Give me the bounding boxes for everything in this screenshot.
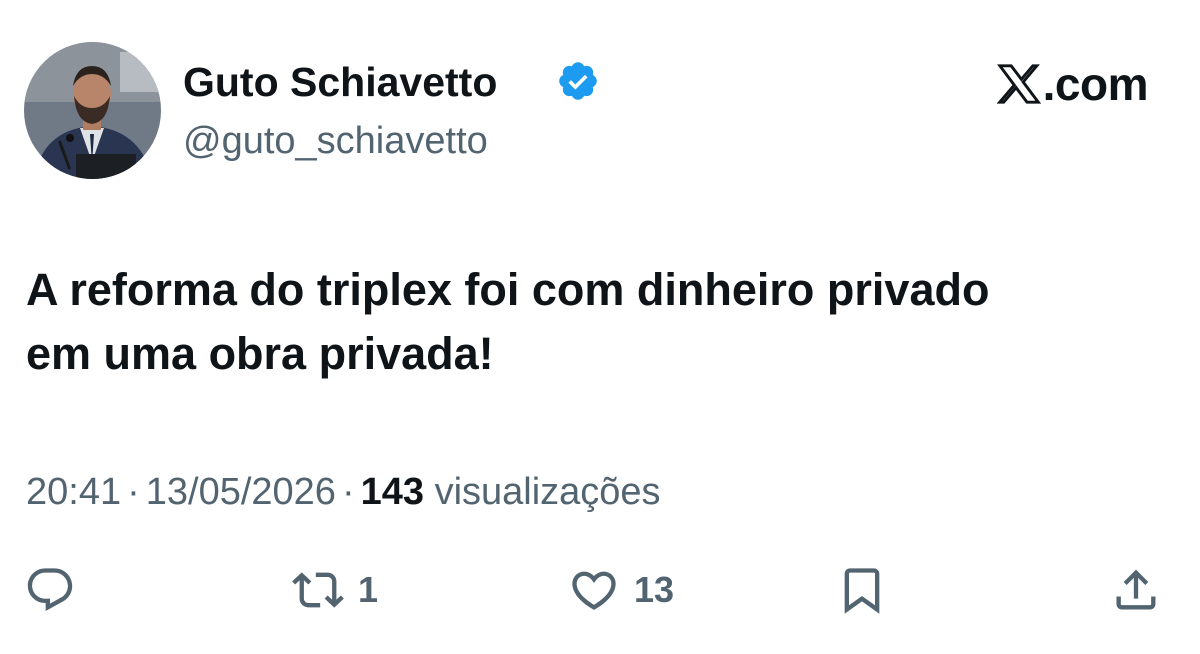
reply-button[interactable] [24,560,76,620]
tweet-meta: 20:41 · 13/05/2026 · 143 visualizações [26,466,661,518]
tweet-text: A reforma do triplex foi com dinheiro pr… [26,258,1176,386]
tweet-date[interactable]: 13/05/2026 [146,471,336,513]
bookmark-button[interactable] [836,560,888,620]
tweet-text-line-1: A reforma do triplex foi com dinheiro pr… [26,264,990,315]
retweet-icon [292,572,344,608]
tweet-actions: 1 13 [0,560,1200,620]
views-label: visualizações [434,471,661,513]
source-branding: .com [996,56,1149,112]
avatar[interactable] [24,42,161,179]
reply-icon [27,568,73,612]
tweet-text-line-2: em uma obra privada! [26,328,494,379]
share-icon [1116,569,1156,610]
x-logo-icon [996,64,1041,104]
author-handle[interactable]: @guto_schiavetto [183,117,488,165]
verified-badge-icon [559,62,597,100]
author-display-name[interactable]: Guto Schiavetto [183,56,497,108]
retweet-button[interactable]: 1 [292,560,378,620]
bookmark-icon [844,568,880,614]
tweet-time[interactable]: 20:41 [26,471,121,513]
heart-icon [572,571,616,610]
retweet-count: 1 [358,569,379,610]
source-domain: .com [1042,58,1149,110]
views-count: 143 [360,471,424,513]
share-button[interactable] [1110,560,1162,620]
meta-separator: · [341,471,355,513]
meta-separator: · [127,471,140,513]
like-count: 13 [634,569,675,610]
like-button[interactable]: 13 [568,560,674,620]
